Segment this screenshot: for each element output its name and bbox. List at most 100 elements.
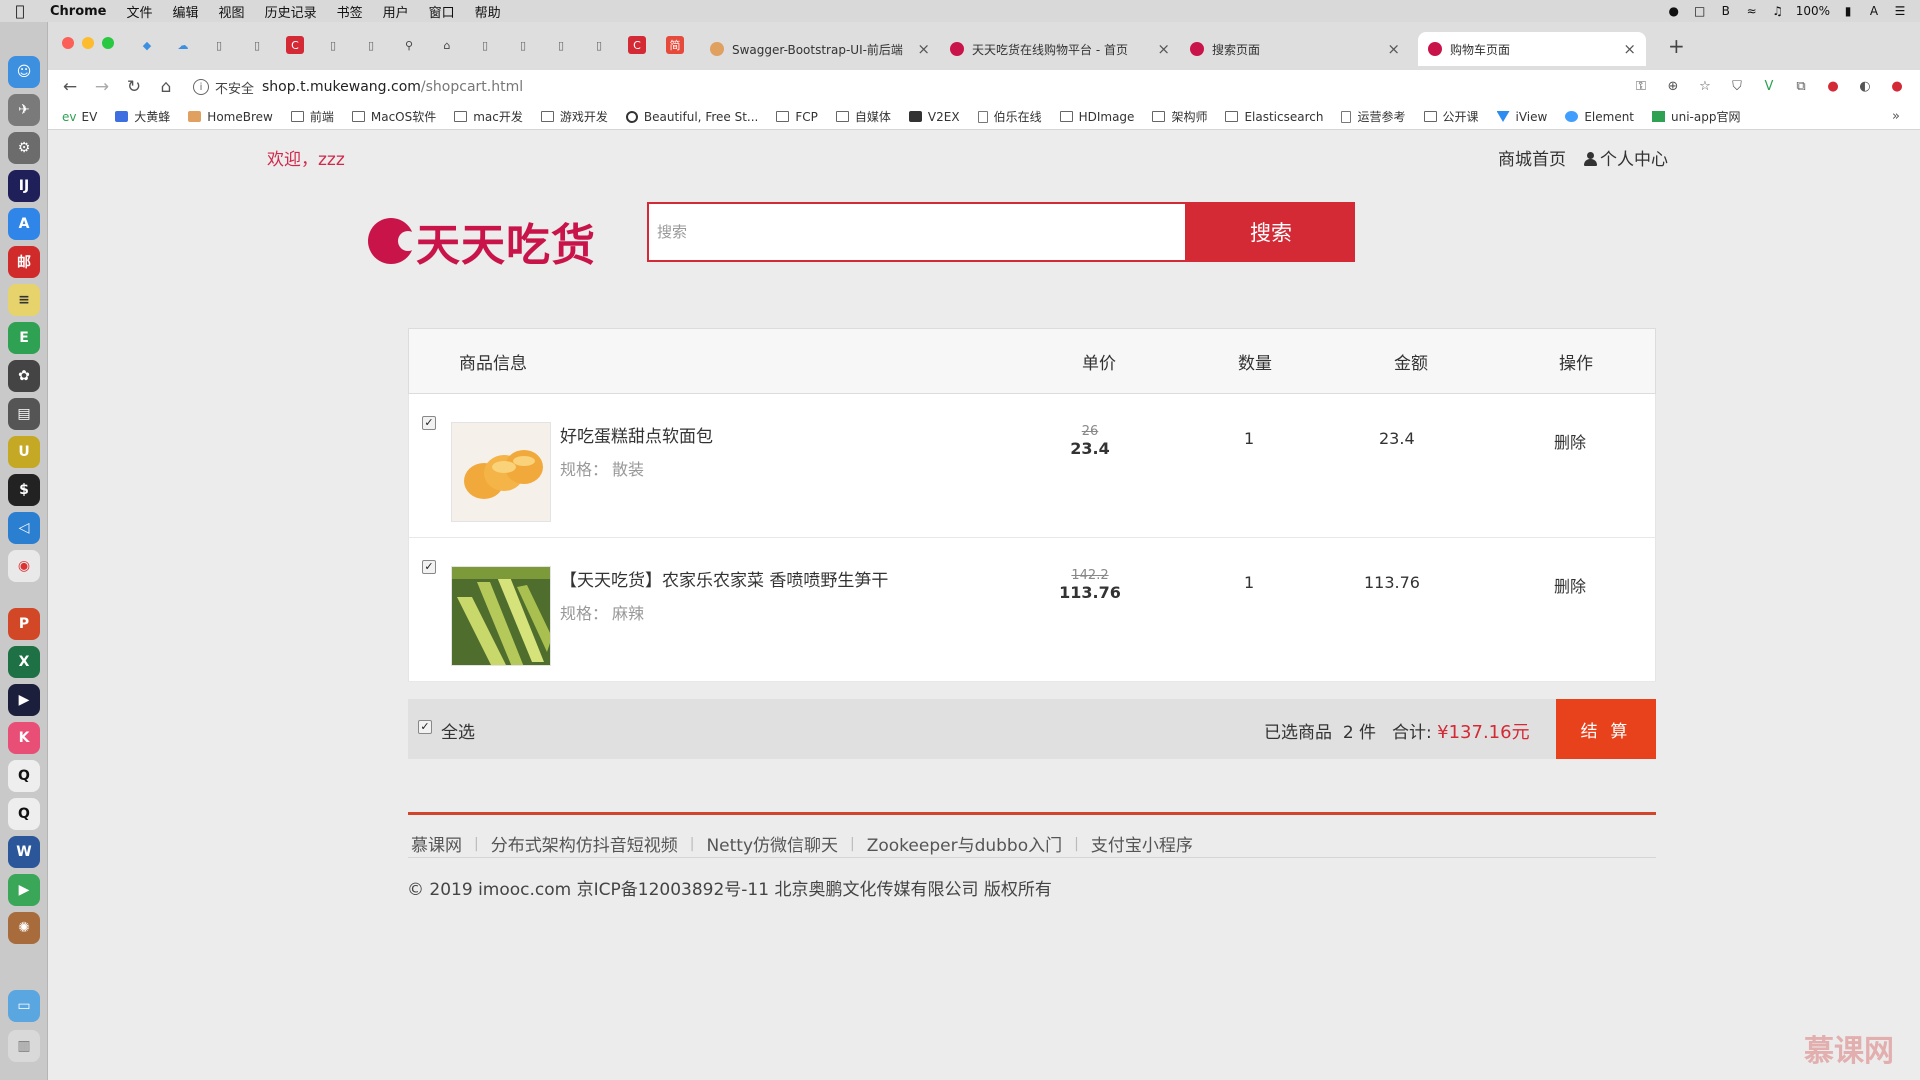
bookmark-folder[interactable]: 前端 — [290, 108, 334, 125]
pinned-tab-page-icon[interactable]: ▯ — [362, 36, 380, 54]
shield-extension-icon[interactable]: ⛉ — [1728, 77, 1746, 95]
reload-icon[interactable]: ↻ — [118, 77, 150, 97]
bookmark-folder[interactable]: FCP — [776, 110, 818, 124]
downloads-folder-icon[interactable]: ▭ — [8, 990, 40, 1022]
menu-app-name[interactable]: Chrome — [40, 4, 117, 19]
menu-view[interactable]: 视图 — [209, 2, 255, 21]
close-window-icon[interactable] — [62, 37, 74, 49]
footer-link[interactable]: 慕课网 — [411, 831, 462, 856]
footer-link[interactable]: Zookeeper与dubbo入门 — [867, 831, 1062, 856]
delete-link[interactable]: 删除 — [1554, 429, 1586, 453]
pinned-tab-c-icon[interactable]: C — [628, 36, 646, 54]
pinned-tab-page-icon[interactable]: ▯ — [324, 36, 342, 54]
qq-secondary-icon[interactable]: Q — [8, 798, 40, 830]
bookmark-folder[interactable]: MacOS软件 — [351, 108, 436, 125]
product-name[interactable]: 【天天吃货】农家乐农家菜 香喷喷野生笋干 — [560, 566, 888, 591]
home-icon[interactable]: ⌂ — [150, 77, 182, 97]
checkout-button[interactable]: 结 算 — [1556, 699, 1656, 759]
pinned-tab-page-icon[interactable]: ▯ — [476, 36, 494, 54]
bookmarks-overflow-icon[interactable]: » — [1892, 109, 1900, 124]
bookmark-item[interactable]: Element — [1565, 110, 1634, 124]
media-app-icon[interactable]: ✿ — [8, 360, 40, 392]
apple-icon[interactable]:  — [0, 2, 40, 20]
bookmark-item[interactable]: iView — [1496, 110, 1547, 124]
launchpad-icon[interactable]: ✈ — [8, 94, 40, 126]
product-thumbnail[interactable] — [451, 422, 551, 522]
back-icon[interactable]: ← — [54, 77, 86, 97]
product-name[interactable]: 好吃蛋糕甜点软面包 — [560, 422, 713, 447]
pinned-tab-page-icon[interactable]: ▯ — [552, 36, 570, 54]
vue-devtools-icon[interactable]: V — [1760, 77, 1778, 95]
calendar-icon[interactable]: □ — [1692, 4, 1708, 18]
bookmark-item[interactable]: ev EV — [62, 110, 97, 124]
footer-link[interactable]: 分布式架构仿抖音短视频 — [491, 831, 678, 856]
control-center-icon[interactable]: ☰ — [1892, 4, 1908, 18]
finder-icon[interactable]: ☺ — [8, 56, 40, 88]
tab-shopcart[interactable]: 购物车页面 × — [1418, 32, 1646, 66]
bookmark-item[interactable]: HomeBrew — [188, 110, 273, 124]
footer-link[interactable]: Netty仿微信聊天 — [706, 831, 838, 856]
photos-app-icon[interactable]: ✺ — [8, 912, 40, 944]
close-tab-icon[interactable]: × — [1387, 40, 1400, 58]
bookmark-folder[interactable]: HDImage — [1059, 110, 1134, 124]
activity-monitor-icon[interactable]: ▤ — [8, 398, 40, 430]
pinned-tab-red-icon[interactable]: 简 — [666, 36, 684, 54]
pinned-tab-tool-icon[interactable]: ⚲ — [400, 36, 418, 54]
maximize-window-icon[interactable] — [102, 37, 114, 49]
quicktime-icon[interactable]: ▶ — [8, 684, 40, 716]
close-tab-icon[interactable]: × — [1157, 40, 1170, 58]
menu-edit[interactable]: 编辑 — [163, 2, 209, 21]
item-checkbox[interactable]: ✓ — [422, 416, 436, 430]
profile-avatar-icon[interactable]: ◐ — [1856, 77, 1874, 95]
pinned-tab-puzzle-icon[interactable]: ⌂ — [438, 36, 456, 54]
new-tab-icon[interactable]: + — [1668, 34, 1685, 58]
bell-icon[interactable]: ● — [1666, 4, 1682, 18]
bookmark-star-icon[interactable]: ☆ — [1696, 77, 1714, 95]
delete-link[interactable]: 删除 — [1554, 573, 1586, 597]
mail-app-icon[interactable]: 邮 — [8, 246, 40, 278]
keynote-icon[interactable]: K — [8, 722, 40, 754]
menu-help[interactable]: 帮助 — [465, 2, 511, 21]
pinned-tab-cloud-icon[interactable]: ☁ — [174, 36, 192, 54]
chrome-icon[interactable]: ◉ — [8, 550, 40, 582]
extension-icon[interactable]: ⧉ — [1792, 77, 1810, 95]
bluetooth-icon[interactable]: B — [1718, 4, 1734, 18]
bookmark-folder[interactable]: 自媒体 — [835, 108, 891, 125]
bookmark-folder[interactable]: mac开发 — [454, 108, 523, 125]
bookmark-item[interactable]: uni-app官网 — [1652, 108, 1740, 125]
intellij-icon[interactable]: IJ — [8, 170, 40, 202]
bookmark-folder[interactable]: 公开课 — [1423, 108, 1479, 125]
powerpoint-icon[interactable]: P — [8, 608, 40, 640]
item-checkbox[interactable]: ✓ — [422, 560, 436, 574]
adblock-icon[interactable]: ● — [1824, 77, 1842, 95]
bookmark-item[interactable]: 伯乐在线 — [977, 108, 1042, 125]
volume-icon[interactable]: ♫ — [1770, 4, 1786, 18]
close-tab-icon[interactable]: × — [917, 40, 930, 58]
menu-bookmarks[interactable]: 书签 — [327, 2, 373, 21]
bookmark-folder[interactable]: Elasticsearch — [1225, 110, 1323, 124]
footer-link[interactable]: 支付宝小程序 — [1091, 831, 1193, 856]
bookmark-item[interactable]: 运营参考 — [1341, 108, 1406, 125]
qq-icon[interactable]: Q — [8, 760, 40, 792]
forward-icon[interactable]: → — [86, 77, 118, 97]
key-icon[interactable]: ⚿ — [1632, 77, 1650, 95]
menu-people[interactable]: 用户 — [373, 2, 419, 21]
word-icon[interactable]: W — [8, 836, 40, 868]
battery-icon[interactable]: ▮ — [1840, 4, 1856, 18]
search-input[interactable] — [647, 202, 1187, 262]
site-info-icon[interactable]: i — [193, 79, 209, 95]
notes-icon[interactable]: ≡ — [8, 284, 40, 316]
excel-icon[interactable]: X — [8, 646, 40, 678]
wifi-icon[interactable]: ≈ — [1744, 4, 1760, 18]
pinned-tab-page-icon[interactable]: ▯ — [248, 36, 266, 54]
update-menu-icon[interactable]: ● — [1888, 77, 1906, 95]
address-bar[interactable]: i 不安全 shop.t.mukewang.com/shopcart.html — [193, 74, 1693, 100]
pinned-tab-page-icon[interactable]: ▯ — [590, 36, 608, 54]
site-logo[interactable]: 天天吃货 — [368, 209, 596, 273]
ue-editor-icon[interactable]: U — [8, 436, 40, 468]
player-icon[interactable]: ▶ — [8, 874, 40, 906]
bookmark-item[interactable]: V2EX — [908, 110, 960, 124]
system-preferences-icon[interactable]: ⚙ — [8, 132, 40, 164]
pinned-tab-c-icon[interactable]: C — [286, 36, 304, 54]
terminal-icon[interactable]: $ — [8, 474, 40, 506]
